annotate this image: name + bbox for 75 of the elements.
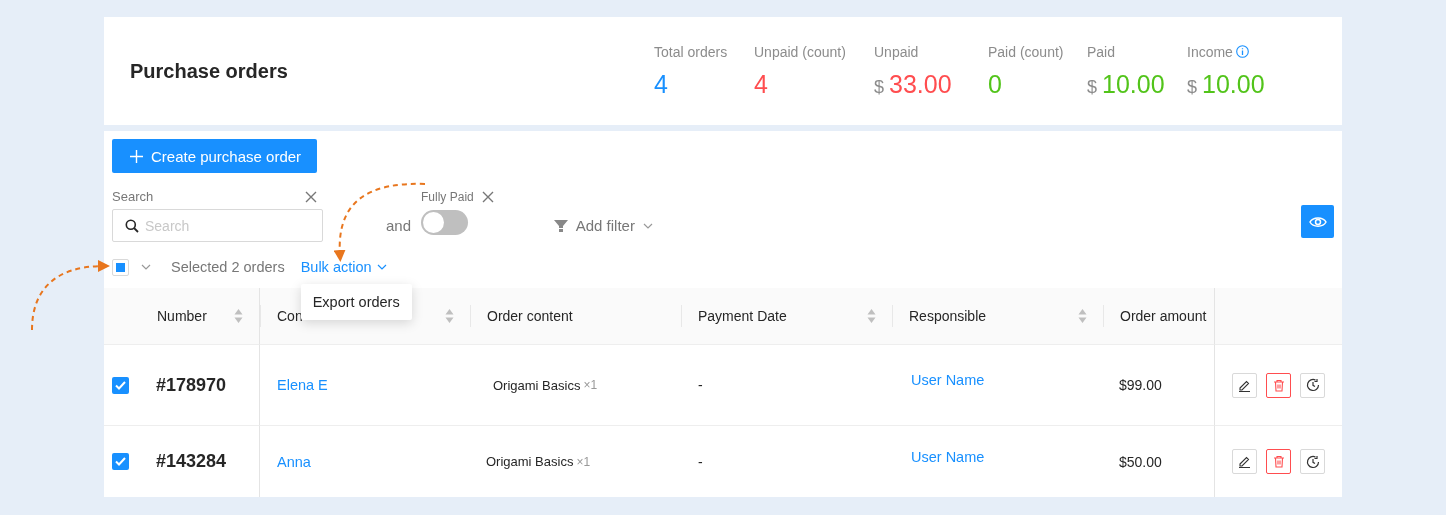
trash-icon bbox=[1272, 378, 1285, 392]
select-all-checkbox[interactable] bbox=[112, 258, 129, 276]
check-icon bbox=[115, 380, 126, 390]
stat-value: 10.00 bbox=[1102, 69, 1165, 99]
stat-value: 10.00 bbox=[1202, 69, 1265, 99]
currency-sign: $ bbox=[1087, 76, 1097, 98]
sort-icon[interactable] bbox=[867, 308, 876, 324]
quantity: ×1 bbox=[576, 454, 591, 469]
column-header: Responsible bbox=[909, 308, 987, 324]
stat-label: Income bbox=[1187, 43, 1233, 60]
edit-button[interactable] bbox=[1232, 372, 1257, 398]
caret-icon[interactable] bbox=[376, 264, 387, 270]
currency-sign: $ bbox=[874, 76, 884, 98]
order-number: #178970 bbox=[156, 374, 227, 396]
connector-label: and bbox=[386, 217, 412, 234]
close-icon[interactable] bbox=[481, 191, 494, 203]
stat-label: Paid (count) bbox=[988, 43, 1064, 60]
stat-value: 0 bbox=[988, 69, 1002, 99]
stat-value: 4 bbox=[754, 69, 768, 99]
table-cell: $99.00 bbox=[1119, 377, 1162, 393]
funnel-icon bbox=[553, 218, 568, 233]
delete-button[interactable] bbox=[1266, 372, 1291, 398]
edit-button[interactable] bbox=[1232, 449, 1257, 474]
pencil-icon bbox=[1238, 378, 1251, 392]
column-header: Order content bbox=[487, 308, 573, 324]
table-cell: - bbox=[698, 377, 703, 393]
pencil-icon bbox=[1238, 455, 1251, 468]
quantity: ×1 bbox=[583, 378, 598, 392]
sort-icon[interactable] bbox=[234, 308, 243, 324]
stat-label: Paid bbox=[1087, 43, 1116, 60]
table-cell: - bbox=[698, 453, 703, 470]
column-header: Order amount bbox=[1120, 308, 1207, 324]
stat-label: Total orders bbox=[654, 43, 728, 60]
selection-count: Selected 2 orders bbox=[171, 259, 285, 275]
check-icon bbox=[115, 457, 126, 466]
currency-sign: $ bbox=[1187, 76, 1197, 98]
page-title: Purchase orders bbox=[130, 59, 289, 83]
clock-icon bbox=[1305, 454, 1320, 469]
user-link[interactable]: User Name bbox=[911, 372, 985, 388]
stat-label: Unpaid (count) bbox=[754, 43, 846, 60]
history-button[interactable] bbox=[1300, 372, 1325, 398]
bulk-action-button[interactable]: Bulk action bbox=[300, 259, 387, 275]
create-order-button[interactable]: Create purchase order bbox=[112, 139, 318, 173]
search-label: Search bbox=[112, 189, 154, 204]
table-cell: $50.00 bbox=[1119, 453, 1162, 470]
sort-icon[interactable] bbox=[1078, 308, 1087, 324]
info-icon[interactable] bbox=[1235, 45, 1249, 58]
contact-link[interactable]: Elena E bbox=[277, 377, 328, 393]
user-link[interactable]: User Name bbox=[911, 448, 985, 465]
product-name: Origami Basics bbox=[493, 377, 581, 393]
caret-icon[interactable] bbox=[642, 222, 653, 229]
column-header: Number bbox=[157, 308, 207, 324]
delete-button[interactable] bbox=[1266, 449, 1291, 474]
view-toggle-button[interactable] bbox=[1301, 205, 1334, 238]
close-icon[interactable] bbox=[305, 190, 317, 203]
sort-icon[interactable] bbox=[445, 308, 454, 324]
trash-icon bbox=[1272, 455, 1285, 468]
stat-label: Unpaid bbox=[874, 43, 919, 60]
add-filter-button[interactable]: Add filter bbox=[553, 209, 653, 242]
eye-icon bbox=[1308, 215, 1327, 228]
caret-icon[interactable] bbox=[141, 264, 151, 270]
row-checkbox[interactable] bbox=[112, 376, 129, 394]
product-name: Origami Basics bbox=[486, 454, 574, 469]
filter-label: Fully Paid bbox=[421, 190, 474, 204]
toggle-switch[interactable] bbox=[421, 210, 469, 235]
row-checkbox[interactable] bbox=[112, 453, 129, 470]
contact-link[interactable]: Anna bbox=[277, 453, 311, 470]
plus-icon bbox=[130, 149, 143, 163]
stat-value: 33.00 bbox=[889, 69, 952, 99]
order-number: #143284 bbox=[156, 451, 227, 472]
stat-value: 4 bbox=[654, 69, 668, 99]
clock-icon bbox=[1305, 378, 1320, 392]
menu-item[interactable]: Export orders bbox=[300, 289, 412, 315]
history-button[interactable] bbox=[1300, 449, 1325, 474]
column-header: Payment Date bbox=[698, 308, 787, 324]
